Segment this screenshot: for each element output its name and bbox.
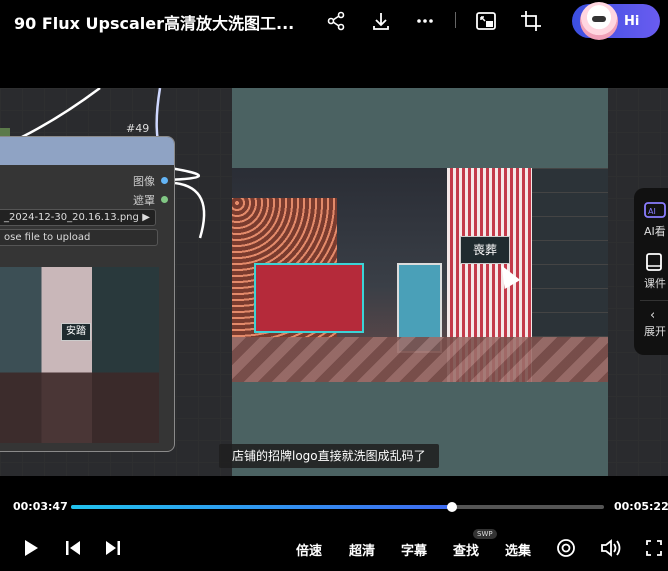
upload-label: ose file to upload	[4, 232, 91, 243]
output-mask-socket[interactable]	[161, 196, 168, 203]
side-divider	[640, 300, 668, 301]
expand-label: 展开	[644, 325, 666, 338]
top-bar: 90 Flux Upscaler高清放大洗图工... Hi	[0, 0, 668, 44]
find-button[interactable]: 查找	[453, 540, 479, 559]
progress-fill	[71, 505, 453, 509]
red-display-panel	[254, 263, 364, 333]
output-mask-label: 遮罩	[133, 194, 155, 207]
upscaled-storefront-image: 喪葬	[232, 168, 608, 382]
pip-icon[interactable]	[475, 10, 497, 32]
store-sign: 喪葬	[460, 236, 510, 264]
courseware-button[interactable]: 课件	[644, 252, 668, 291]
video-title: 90 Flux Upscaler高清放大洗图工...	[14, 14, 295, 33]
tiled-floor	[232, 337, 608, 382]
output-image-socket[interactable]	[161, 177, 168, 184]
image-filename: _2024-12-30_20.16.13.png	[4, 212, 139, 223]
progress-bar[interactable]	[71, 502, 604, 512]
danmaku-icon[interactable]	[555, 536, 577, 560]
thumb-store-sign: 安踏	[61, 323, 91, 341]
output-image-label: 图像	[133, 175, 155, 188]
fullscreen-icon[interactable]	[643, 536, 665, 560]
ai-assistant-button[interactable]: Hi	[572, 2, 660, 40]
find-badge: SWP	[473, 529, 497, 539]
assistant-label: Hi	[624, 13, 640, 29]
crop-icon[interactable]	[520, 10, 542, 32]
subtitle-caption: 店铺的招牌logo直接就洗图成乱码了	[219, 444, 439, 468]
share-icon[interactable]	[325, 10, 347, 32]
ai-watch-button[interactable]: AI AI看	[644, 202, 668, 239]
assistant-avatar-icon	[580, 2, 618, 40]
video-frame[interactable]: #49 图像 遮罩 _2024-12-30_20.16.13.png ▶ ose…	[0, 88, 668, 476]
quality-button[interactable]: 超清	[349, 540, 375, 559]
expand-button[interactable]: ‹ 展开	[644, 308, 668, 339]
download-icon[interactable]	[370, 10, 392, 32]
courseware-label: 课件	[644, 277, 666, 290]
ai-watch-label: AI看	[644, 225, 666, 238]
toolbar-separator	[455, 12, 456, 28]
captions-button[interactable]: 字幕	[401, 540, 427, 559]
progress-handle[interactable]	[447, 502, 458, 512]
node-image-preview: 安踏	[0, 267, 159, 443]
building-right	[532, 168, 608, 338]
more-icon[interactable]	[414, 10, 436, 32]
ai-icon: AI	[644, 202, 666, 218]
play-icon[interactable]	[20, 536, 42, 560]
current-time: 00:03:47	[13, 500, 68, 513]
node-id-tag: #49	[126, 122, 150, 135]
player-controls: 00:03:47 00:05:22 倍速 超清 字幕 SWP 查找 选集	[0, 476, 668, 571]
total-time: 00:05:22	[614, 500, 668, 513]
speed-button[interactable]: 倍速	[296, 540, 322, 559]
upload-button[interactable]: ose file to upload	[0, 229, 158, 246]
book-icon	[646, 253, 662, 271]
load-image-node[interactable]: 图像 遮罩 _2024-12-30_20.16.13.png ▶ ose fil…	[0, 136, 175, 452]
episodes-button[interactable]: 选集	[505, 540, 531, 559]
side-panel: AI AI看 课件 ‹ 展开	[634, 188, 668, 355]
previous-icon[interactable]	[62, 536, 84, 560]
image-file-select[interactable]: _2024-12-30_20.16.13.png ▶	[0, 209, 156, 226]
chevron-left-icon: ‹	[650, 308, 656, 323]
volume-icon[interactable]	[599, 536, 623, 560]
next-icon[interactable]	[102, 536, 124, 560]
svg-text:AI: AI	[648, 207, 656, 216]
play-arrow-icon: ▶	[142, 212, 150, 223]
node-header[interactable]	[0, 137, 174, 165]
